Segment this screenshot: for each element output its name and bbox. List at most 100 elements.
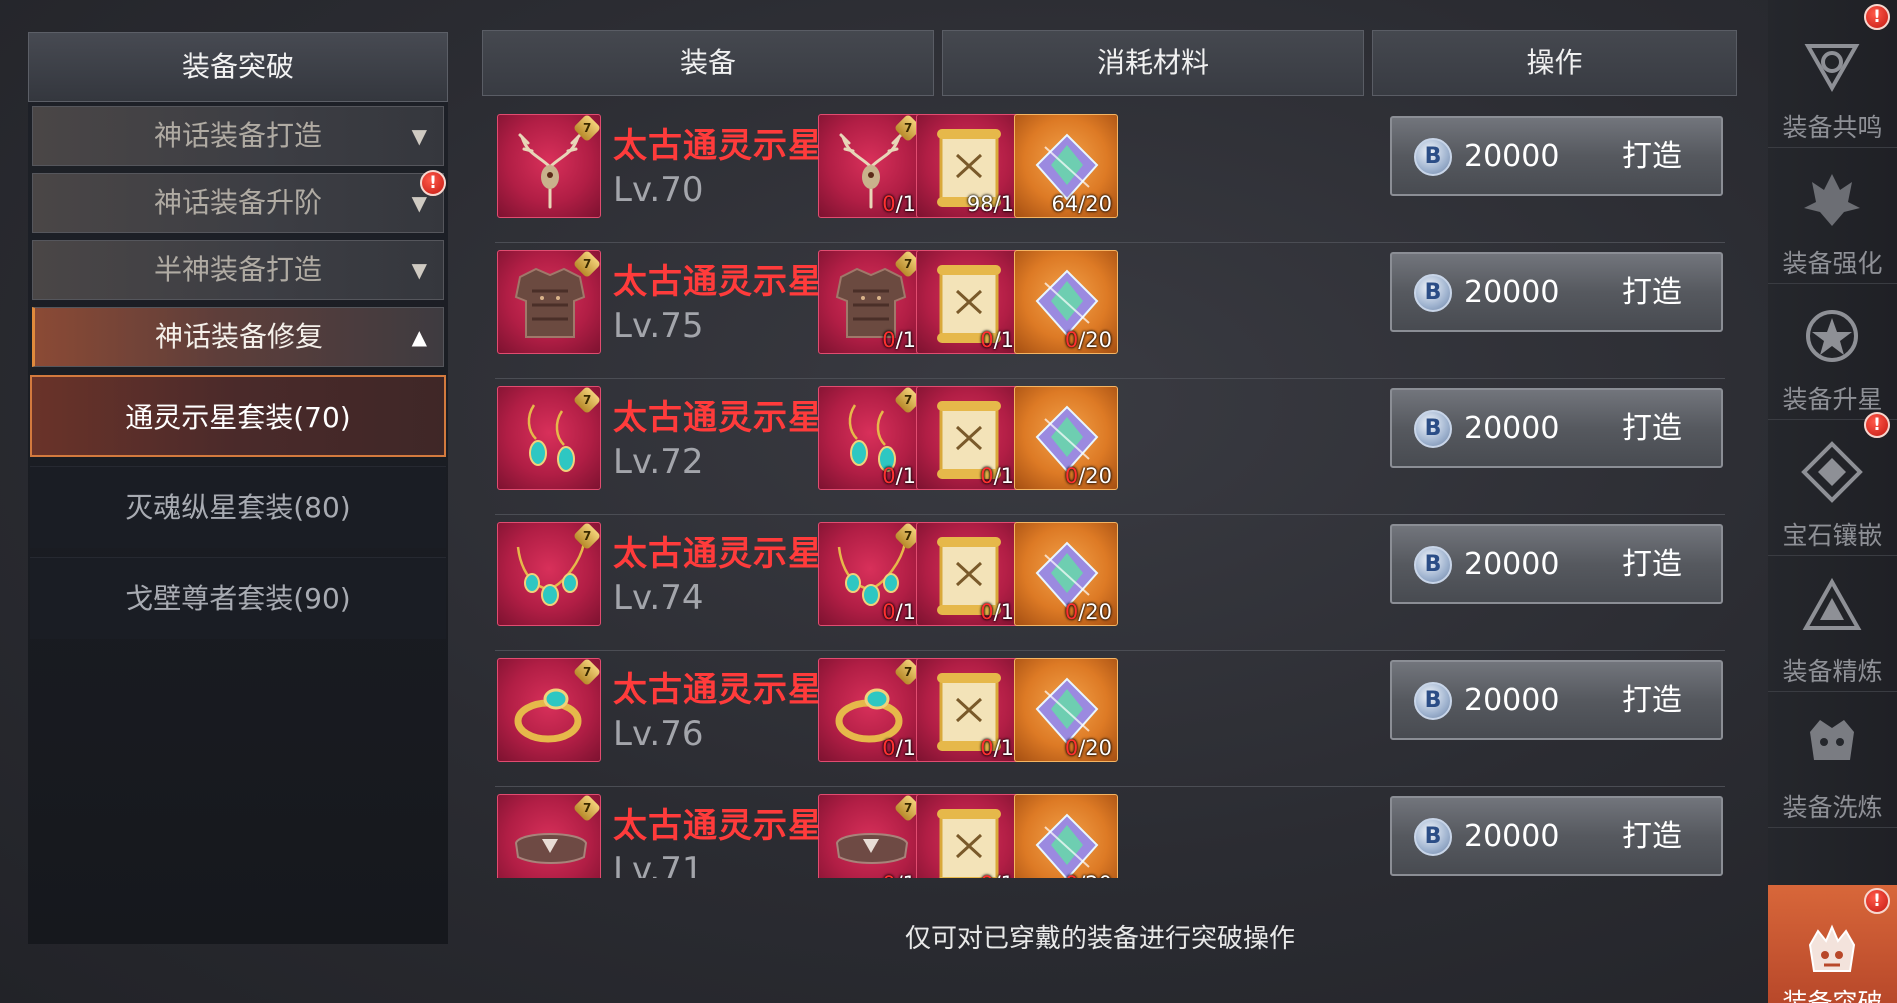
resonance-icon	[1804, 44, 1860, 93]
material-slot[interactable]: 0/20	[1014, 522, 1118, 626]
sidebar-item-label: 装备共鸣	[1782, 113, 1883, 142]
chevron-down-icon: ▼	[411, 258, 427, 282]
material-slot[interactable]: 0/1	[916, 250, 1020, 354]
panel-title: 装备突破	[28, 32, 448, 102]
material-count: 0/1	[882, 328, 916, 352]
material-slot[interactable]: 7 0/1	[818, 386, 922, 490]
header-materials: 消耗材料	[942, 30, 1364, 96]
equipment-list[interactable]: 7 太古通灵示星魔杖 Lv.70 7 0/1 98/1 64/20 B 20000…	[490, 108, 1730, 878]
equipment-row: 7 太古通灵示星戒指 Lv.76 7 0/1 0/1 0/20 B 20000 打…	[495, 652, 1725, 787]
set-item-tongling[interactable]: 通灵示星套装(70)	[30, 375, 446, 457]
material-slot[interactable]: 64/20	[1014, 114, 1118, 218]
gem-inlay-icon	[1801, 441, 1863, 503]
sidebar-item-reforge[interactable]: 装备洗炼	[1768, 692, 1897, 828]
sidebar-item-label: 装备精炼	[1782, 657, 1883, 686]
set-item-miehun[interactable]: 灭魂纵星套装(80)	[30, 466, 446, 548]
category-label: 半神装备打造	[153, 253, 322, 286]
equipment-row: 7 太古通灵示星耳环 Lv.72 7 0/1 0/1 0/20 B 20000 打…	[495, 380, 1725, 515]
forge-cost: 20000	[1464, 139, 1560, 174]
sidebar-item-label: 装备突破	[1782, 988, 1883, 1003]
material-slot[interactable]: 0/20	[1014, 794, 1118, 878]
forge-cost: 20000	[1464, 819, 1560, 854]
right-sidebar: 装备共鸣! 装备强化 装备升星 宝石镶嵌! 装备精炼 装备洗炼	[1768, 0, 1897, 885]
material-count: 0/1	[980, 872, 1014, 878]
equipment-slot[interactable]: 7	[497, 250, 601, 354]
sidebar-item-refine[interactable]: 装备精炼	[1768, 556, 1897, 692]
material-slot[interactable]: 0/1	[916, 794, 1020, 878]
material-slot[interactable]: 0/20	[1014, 386, 1118, 490]
category-demigod-forge[interactable]: 半神装备打造 ▼	[32, 240, 444, 300]
forge-label: 打造	[1622, 683, 1682, 718]
item-level: Lv.70	[613, 170, 704, 210]
material-count: 0/20	[1064, 464, 1112, 488]
material-slot[interactable]: 7 0/1	[818, 522, 922, 626]
material-count: 0/1	[980, 600, 1014, 624]
forge-label: 打造	[1622, 275, 1682, 310]
forge-button[interactable]: B 20000 打造	[1390, 660, 1723, 740]
sidebar-item-gem-inlay[interactable]: 宝石镶嵌	[1768, 420, 1897, 556]
material-count: 0/1	[980, 328, 1014, 352]
material-slot[interactable]: 7 0/1	[818, 794, 922, 878]
material-slot[interactable]: 0/1	[916, 658, 1020, 762]
category-mythic-forge[interactable]: 神话装备打造 ▼	[32, 106, 444, 166]
chevron-down-icon: ▼	[411, 124, 427, 148]
category-mythic-repair[interactable]: 神话装备修复 ▲	[32, 307, 444, 367]
sidebar-item-label: 宝石镶嵌	[1782, 521, 1883, 550]
material-count: 0/20	[1064, 600, 1112, 624]
material-slot[interactable]: 7 0/1	[818, 250, 922, 354]
material-count: 0/1	[882, 600, 916, 624]
material-count: 0/20	[1064, 328, 1112, 352]
forge-button[interactable]: B 20000 打造	[1390, 116, 1723, 196]
equipment-slot[interactable]: 7	[497, 522, 601, 626]
reforge-icon	[1810, 720, 1854, 760]
forge-button[interactable]: B 20000 打造	[1390, 524, 1723, 604]
equipment-slot[interactable]: 7	[497, 658, 601, 762]
forge-button[interactable]: B 20000 打造	[1390, 796, 1723, 876]
forge-cost: 20000	[1464, 411, 1560, 446]
refine-icon	[1802, 577, 1862, 630]
sidebar-item-star-up[interactable]: 装备升星	[1768, 284, 1897, 420]
material-slot[interactable]: 0/1	[916, 522, 1020, 626]
forge-label: 打造	[1622, 547, 1682, 582]
sidebar-item-label: 装备洗炼	[1782, 793, 1883, 822]
item-level: Lv.76	[613, 714, 704, 754]
forge-cost: 20000	[1464, 275, 1560, 310]
category-panel: 装备突破 神话装备打造 ▼ 神话装备升阶 ▼ ! 半神装备打造 ▼ 神话装备修复…	[28, 32, 448, 944]
sidebar-item-enhance[interactable]: 装备强化	[1768, 148, 1897, 284]
alert-badge-icon: !	[1864, 4, 1890, 30]
set-item-gebi[interactable]: 戈壁尊者套装(90)	[30, 557, 446, 639]
material-slot[interactable]: 7 0/1	[818, 658, 922, 762]
material-slot[interactable]: 0/1	[916, 386, 1020, 490]
scroll-icon	[937, 809, 1001, 878]
crystal-icon	[1035, 813, 1099, 878]
material-slot[interactable]: 0/20	[1014, 250, 1118, 354]
forge-button[interactable]: B 20000 打造	[1390, 252, 1723, 332]
material-count: 0/1	[882, 736, 916, 760]
enhance-icon	[1804, 174, 1860, 226]
material-count: 0/20	[1064, 736, 1112, 760]
sidebar-item-label: 装备升星	[1782, 385, 1883, 414]
forge-label: 打造	[1622, 411, 1682, 446]
material-slot[interactable]: 0/20	[1014, 658, 1118, 762]
category-label: 神话装备打造	[153, 119, 322, 152]
material-count: 0/1	[980, 736, 1014, 760]
coin-icon: B	[1414, 546, 1452, 584]
equipment-slot[interactable]: 7	[497, 386, 601, 490]
equipment-slot[interactable]: 7	[497, 794, 601, 878]
forge-cost: 20000	[1464, 683, 1560, 718]
equipment-slot[interactable]: 7	[497, 114, 601, 218]
category-mythic-upgrade[interactable]: 神话装备升阶 ▼	[32, 173, 444, 233]
forge-label: 打造	[1622, 819, 1682, 854]
item-level: Lv.74	[613, 578, 704, 618]
item-level: Lv.72	[613, 442, 704, 482]
equipment-row: 7 太古通灵示星魔杖 Lv.70 7 0/1 98/1 64/20 B 20000…	[495, 108, 1725, 243]
material-slot[interactable]: 7 0/1	[818, 114, 922, 218]
coin-icon: B	[1414, 274, 1452, 312]
chevron-up-icon: ▲	[411, 325, 427, 349]
sidebar-item-resonance[interactable]: 装备共鸣	[1768, 12, 1897, 148]
material-slot[interactable]: 98/1	[916, 114, 1020, 218]
header-action: 操作	[1372, 30, 1737, 96]
forge-button[interactable]: B 20000 打造	[1390, 388, 1723, 468]
footer-note: 仅可对已穿戴的装备进行突破操作	[905, 924, 1296, 954]
equipment-row: 7 太古通灵示星头盔Lv.71 7 0/1 0/1 0/20 B 20000 打…	[495, 788, 1725, 878]
